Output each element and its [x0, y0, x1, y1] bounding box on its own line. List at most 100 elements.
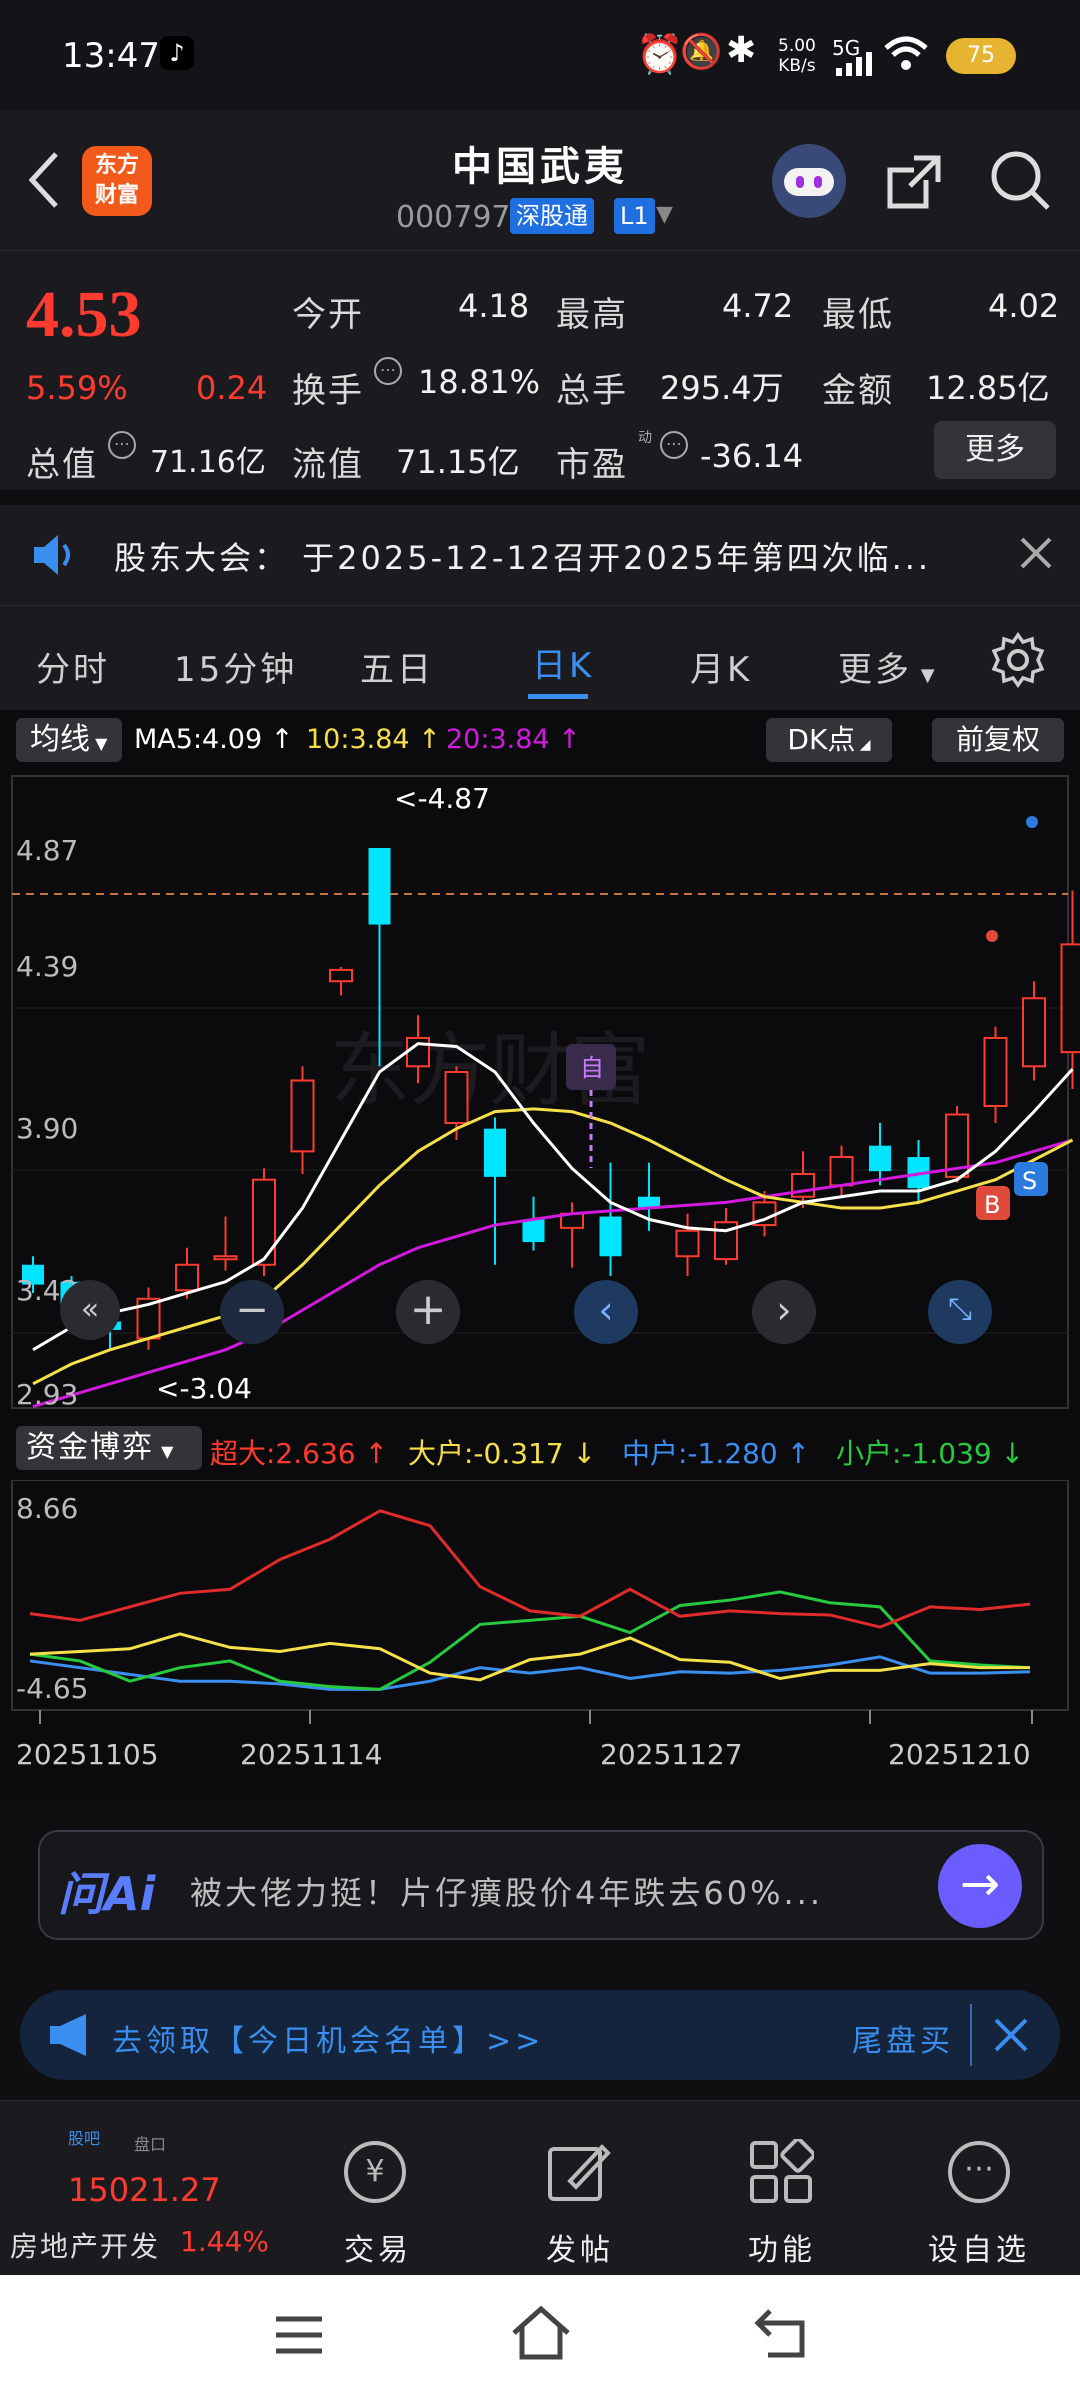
ma5-label: MA5:4.09 ↑ [134, 724, 294, 755]
minus-button[interactable]: − [220, 1280, 284, 1344]
kline-chart[interactable]: 东方财富 4.87 4.39 3.90 3.42 2.93 <-4.87 <-3… [0, 768, 1080, 1418]
fullscreen-icon[interactable]: ⤡ [928, 1280, 992, 1344]
dropdown-icon[interactable]: ▼ [656, 202, 673, 227]
indicator-select[interactable]: 均线 ▼ [16, 718, 122, 762]
status-bar: 13:47 ♪ ⏰ 🔕 ✱ 5.00 KB/s 5G 75 [0, 0, 1080, 110]
pe-label: 市盈 [556, 445, 628, 485]
more-dots-icon[interactable]: ⋯ [948, 2141, 1010, 2203]
y-label-3: 3.90 [16, 1112, 78, 1145]
super-large-label: 超大:2.636 ↑ [210, 1437, 388, 1470]
candle-body [675, 1229, 700, 1258]
trade-button[interactable]: 交易 [344, 2225, 412, 2269]
level-badge: L1 [614, 198, 655, 234]
gear-icon[interactable] [990, 632, 1046, 688]
large-label: 大户:-0.317 ↓ [408, 1437, 597, 1470]
change-pct: 5.59% [26, 369, 128, 407]
dk-point-button[interactable]: DK点 ◢ [766, 718, 892, 762]
bottom-toolbar: 股吧 盘口 15021.27 房地产开发 1.44% ¥ 交易 发帖 功能 ⋯ … [0, 2100, 1080, 2275]
close-icon[interactable] [992, 2016, 1030, 2054]
small-label: 小户:-1.039 ↓ [836, 1437, 1025, 1470]
y-label-2: 4.39 [16, 950, 78, 983]
adjust-button[interactable]: 前复权 [932, 718, 1064, 762]
candle-body [1022, 997, 1046, 1068]
open-value: 4.18 [458, 287, 530, 325]
system-nav [0, 2275, 1080, 2400]
candle-body [522, 1219, 545, 1243]
custom-button[interactable]: 设自选 [928, 2225, 1030, 2269]
info-icon[interactable]: ⋯ [660, 431, 688, 459]
post-button[interactable]: 发帖 [546, 2225, 614, 2269]
back-icon[interactable] [24, 150, 64, 210]
tiktok-icon: ♪ [160, 36, 194, 70]
signal-icon [836, 52, 872, 76]
info-icon[interactable]: ⋯ [108, 431, 136, 459]
candle-body [329, 968, 353, 983]
low-label: 最低 [822, 295, 894, 335]
candle-body [175, 1263, 199, 1292]
share-icon[interactable] [884, 150, 946, 212]
plus-button[interactable]: + [396, 1280, 460, 1344]
pe-value: -36.14 [700, 437, 804, 475]
tab-5day[interactable]: 五日 [360, 642, 434, 691]
fund-flow-chart[interactable]: 8.66 -4.65 [0, 1480, 1080, 1730]
mktcap-value: 71.16亿 [150, 445, 266, 480]
index-name: 房地产开发 [10, 2230, 161, 2263]
grid-icon[interactable] [748, 2139, 814, 2205]
candle-body [444, 1070, 469, 1125]
candle-body [484, 1128, 506, 1177]
search-icon[interactable] [988, 148, 1052, 212]
function-button[interactable]: 功能 [748, 2225, 816, 2269]
promo-banner[interactable]: 去领取【今日机会名单】>> 尾盘买 [20, 1990, 1060, 2080]
change-value: 0.24 [196, 369, 268, 407]
prev-button[interactable]: ‹ [574, 1280, 638, 1344]
quote-panel: 4.53 5.59% 0.24 今开 4.18 最高 4.72 最低 4.02 … [0, 250, 1080, 490]
megaphone-icon [50, 2014, 86, 2056]
more-button[interactable]: 更多 [934, 421, 1056, 479]
hk-connect-badge: 深股通 [510, 198, 594, 234]
candle-body [252, 1178, 276, 1266]
edit-icon[interactable] [546, 2139, 612, 2205]
ai-ad-card[interactable]: 问Ai 被大佬力挺！片仔癀股价4年跌去60%... → [38, 1830, 1044, 1940]
chart-area: 均线 ▼ MA5:4.09 ↑ 10:3.84 ↑ 20:3.84 ↑ DK点 … [0, 710, 1080, 1800]
return-icon[interactable] [754, 2305, 810, 2361]
notice-text: 股东大会： 于2025-12-12召开2025年第四次临... [114, 539, 932, 577]
candle-body [368, 848, 391, 925]
trade-icon[interactable]: ¥ [344, 2141, 406, 2203]
candle-body [869, 1145, 891, 1172]
turnover-label: 换手 [292, 371, 364, 411]
info-icon[interactable]: ⋯ [374, 357, 402, 385]
notice-bar[interactable]: 股东大会： 于2025-12-12召开2025年第四次临... [0, 505, 1080, 605]
ai-logo: 问Ai [58, 1867, 156, 1921]
float-value: 71.15亿 [396, 443, 520, 481]
pe-sub: 动 [638, 430, 652, 446]
home-icon[interactable] [510, 2305, 572, 2361]
next-button[interactable]: › [752, 1280, 816, 1344]
y-label-1: 4.87 [16, 834, 78, 867]
app-logo[interactable]: 东方 财富 [82, 146, 152, 216]
ma20-label: 20:3.84 ↑ [446, 724, 581, 755]
high-label: 最高 [556, 295, 628, 335]
close-icon[interactable] [1018, 535, 1054, 571]
high-value: 4.72 [722, 287, 794, 325]
arrow-right-icon[interactable]: → [938, 1844, 1022, 1928]
candle-body [599, 1216, 622, 1257]
top-label-b: 盘口 [134, 2135, 167, 2154]
tab-monthly-k[interactable]: 月K [690, 642, 752, 691]
tab-15min[interactable]: 15分钟 [174, 642, 297, 691]
date-label-1: 20251105 [16, 1738, 159, 1771]
menu-icon[interactable] [274, 2313, 324, 2357]
robot-avatar-icon[interactable] [772, 144, 846, 218]
low-marker: <-3.04 [156, 1372, 252, 1405]
tab-daily-k[interactable]: 日K [532, 638, 594, 687]
zoom-out-button[interactable]: « [60, 1280, 120, 1340]
tab-more[interactable]: 更多 ▼ [838, 642, 938, 691]
buy-marker: B [984, 1191, 1000, 1219]
guba-label: 股吧 [68, 2129, 101, 2148]
medium-label: 中户:-1.280 ↑ [622, 1437, 811, 1470]
alarm-icon: ⏰ [636, 32, 684, 76]
tab-intraday[interactable]: 分时 [36, 642, 110, 691]
net-speed: 5.00 KB/s [778, 36, 816, 76]
amount-label: 金额 [822, 371, 894, 411]
fund-select[interactable]: 资金博弈 ▼ [16, 1426, 202, 1470]
date-label-3: 20251127 [600, 1738, 743, 1771]
